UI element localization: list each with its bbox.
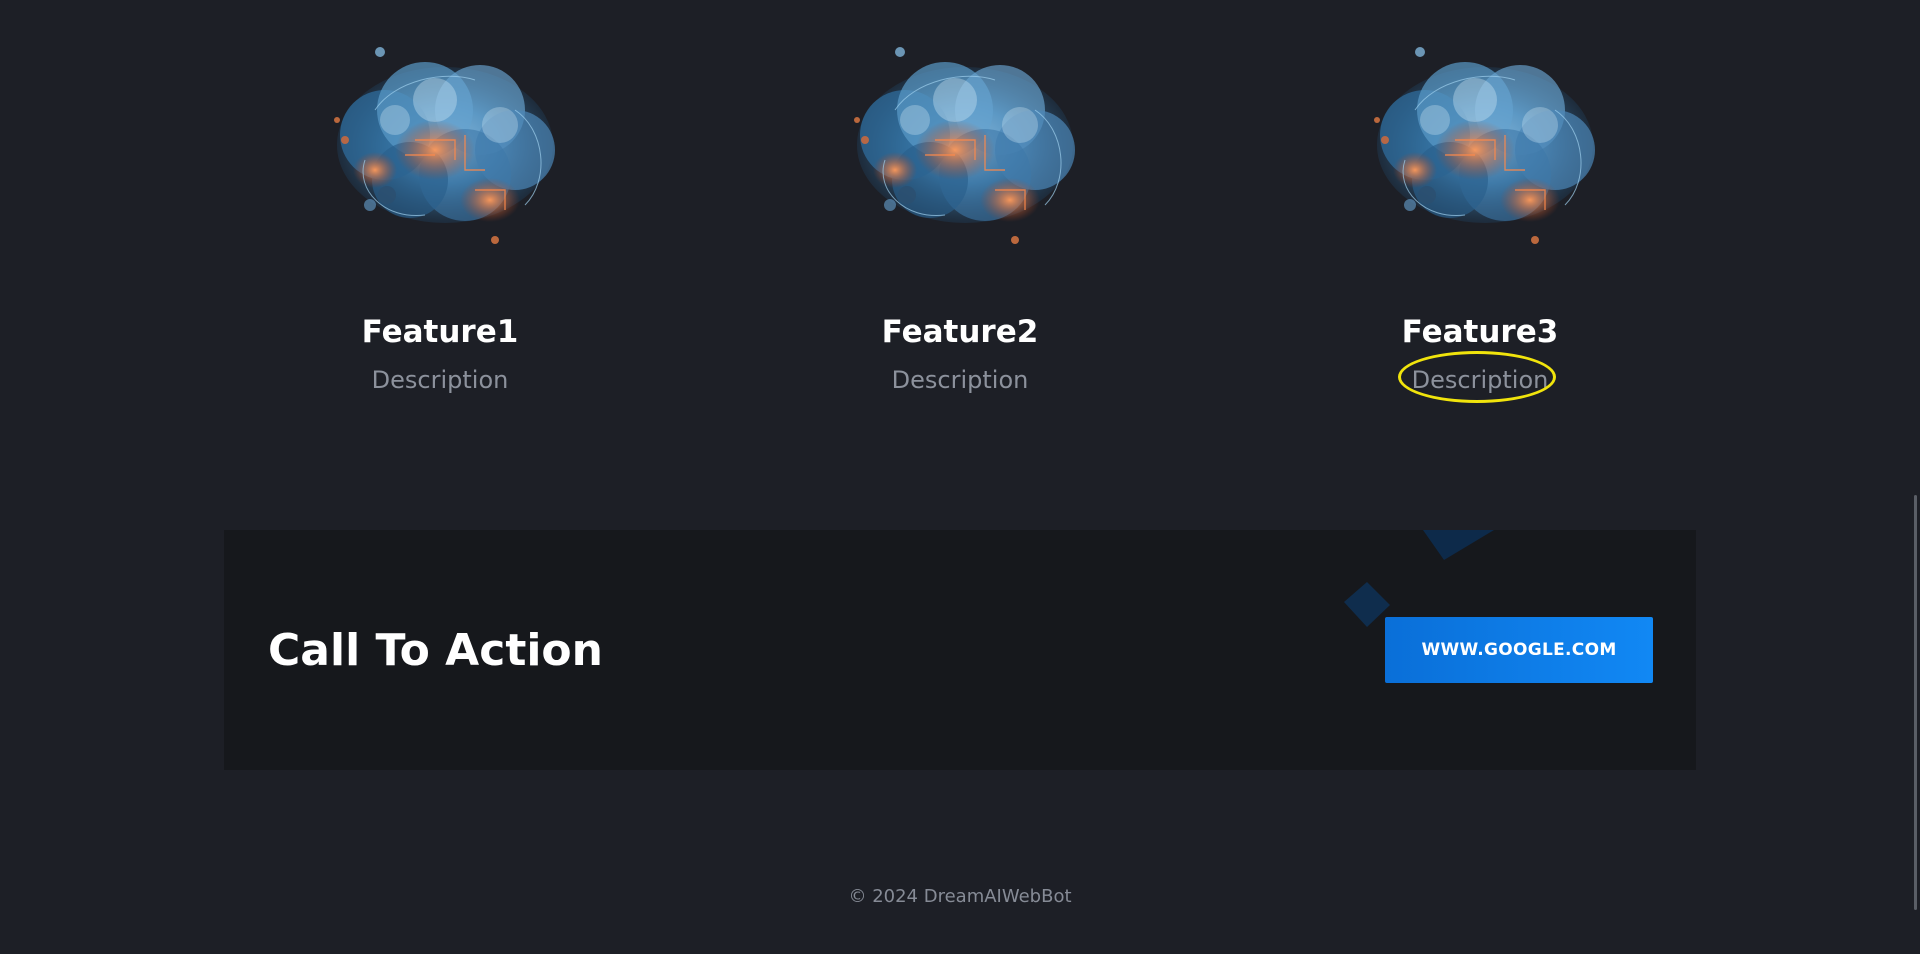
footer: © 2024 DreamAIWebBot (0, 886, 1920, 907)
page: Feature1 Description Feature2 Descriptio… (0, 0, 1920, 954)
cta-title: Call To Action (268, 625, 603, 676)
scrollbar[interactable] (1912, 0, 1920, 954)
feature-description: Description (371, 366, 509, 394)
copyright-text: © 2024 DreamAIWebBot (848, 886, 1072, 907)
call-to-action-section: Call To Action WWW.GOOGLE.COM (224, 530, 1696, 770)
ai-brain-image (315, 40, 575, 255)
scrollbar-thumb[interactable] (1914, 495, 1917, 910)
cta-link-button[interactable]: WWW.GOOGLE.COM (1385, 617, 1653, 683)
feature-title: Feature2 (881, 314, 1039, 350)
features-section: Feature1 Description Feature2 Descriptio… (0, 0, 1920, 420)
feature-description: Description (891, 366, 1029, 394)
feature-title: Feature3 (1401, 314, 1559, 350)
ai-brain-image (1355, 40, 1615, 255)
ai-brain-image (835, 40, 1095, 255)
feature-title: Feature1 (361, 314, 519, 350)
highlight-annotation (1398, 351, 1556, 403)
